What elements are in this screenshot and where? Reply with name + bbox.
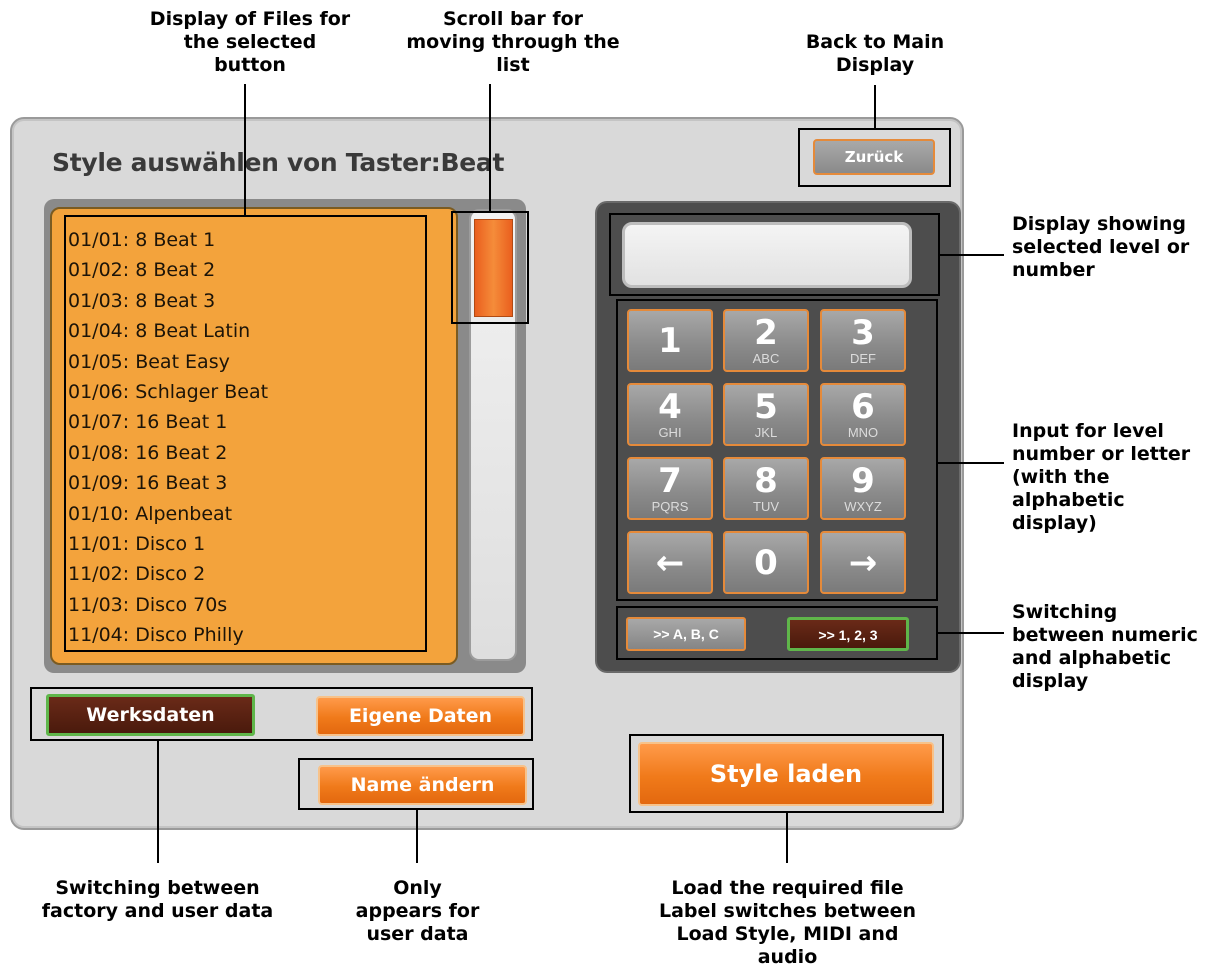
leader-data-switch — [157, 741, 159, 863]
page-title: Style auswählen von Taster:Beat — [52, 148, 505, 177]
annotation-switch-data: Switching between factory and user data — [41, 877, 274, 922]
leader-mode — [938, 632, 1004, 634]
highlight-data-switch — [30, 687, 533, 741]
leader-scroll — [489, 84, 491, 211]
leader-back — [874, 85, 876, 128]
annotation-display-level: Display showing selected level or number — [1012, 213, 1190, 281]
highlight-file-list — [64, 215, 427, 652]
highlight-back — [798, 128, 951, 187]
highlight-keypad — [616, 299, 938, 601]
annotation-load-file: Load the required file Label switches be… — [658, 877, 917, 968]
highlight-scrollbar — [451, 211, 529, 324]
annotation-switch-display: Switching between numeric and alphabetic… — [1012, 601, 1198, 692]
leader-keypad — [938, 462, 1004, 464]
annotation-scroll-bar: Scroll bar for moving through the list — [406, 8, 620, 76]
annotation-input-level: Input for level number or letter (with t… — [1012, 420, 1191, 534]
highlight-rename — [298, 758, 534, 810]
highlight-mode-switch — [616, 606, 938, 660]
highlight-display — [609, 213, 940, 296]
annotation-back: Back to Main Display — [805, 31, 945, 76]
highlight-load — [629, 734, 944, 813]
leader-display — [940, 254, 1004, 256]
leader-load — [786, 813, 788, 863]
annotation-files-display: Display of Files for the selected button — [149, 8, 351, 76]
annotation-only-user: Only appears for user data — [355, 877, 480, 945]
leader-files — [244, 84, 246, 215]
leader-rename — [416, 810, 418, 863]
